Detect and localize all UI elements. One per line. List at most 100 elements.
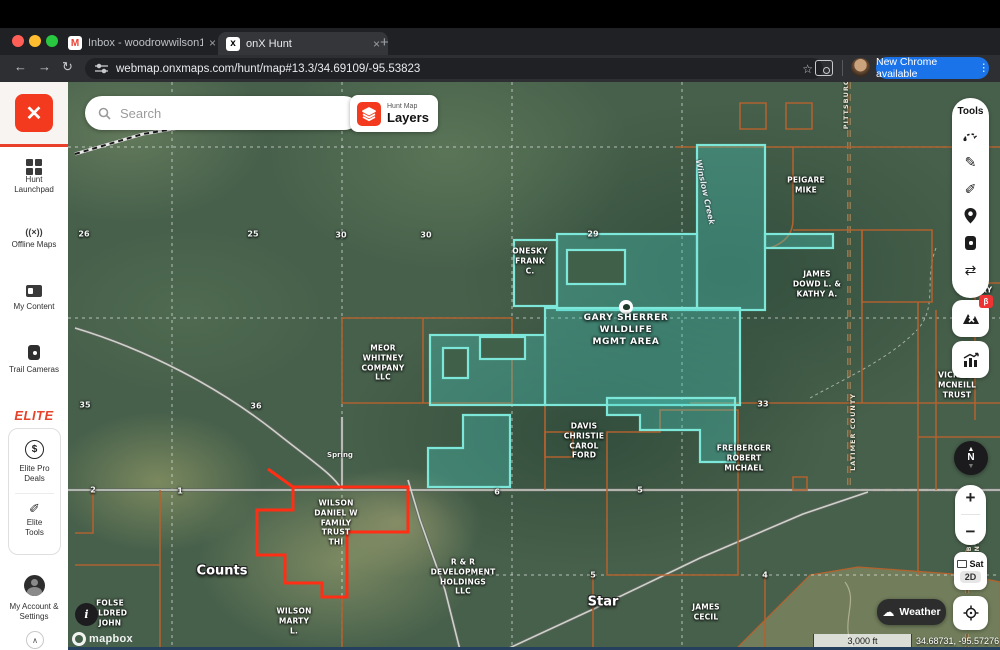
section-number: 6 bbox=[494, 488, 500, 497]
section-number: 26 bbox=[78, 230, 89, 239]
offline-map-beta-button[interactable]: β bbox=[952, 300, 989, 337]
section-number: 29 bbox=[587, 230, 598, 239]
town-label: Star bbox=[588, 595, 619, 610]
chrome-update-button[interactable]: New Chrome available ⋮ bbox=[876, 57, 989, 79]
account-avatar-icon[interactable] bbox=[24, 575, 45, 596]
toolbar-divider bbox=[842, 60, 843, 76]
weather-button[interactable]: ☁ Weather bbox=[877, 599, 946, 625]
parcel-owner-label: FREIBERGER ROBERT MICHAEL bbox=[717, 443, 771, 472]
tab-gmail-title: Inbox - woodrowwilson118@g bbox=[88, 37, 203, 49]
mode-2d-label: 2D bbox=[960, 571, 982, 583]
sidebar-item-my-content[interactable]: My Content bbox=[0, 284, 68, 312]
town-label: Counts bbox=[197, 564, 248, 579]
satellite-icon bbox=[957, 560, 967, 568]
tab-onx-hunt[interactable]: x onX Hunt × bbox=[218, 32, 388, 55]
reload-icon[interactable]: ↻ bbox=[62, 59, 73, 75]
parcel-owner-label: WILSON MARTY L. bbox=[276, 606, 311, 635]
parcel-owner-label: PEIGARE MIKE bbox=[787, 175, 825, 195]
bookmark-star-icon[interactable]: ☆ bbox=[802, 62, 813, 76]
tab-gmail[interactable]: M Inbox - woodrowwilson118@g × bbox=[62, 31, 222, 55]
window-close-button[interactable] bbox=[12, 35, 24, 47]
section-number: 25 bbox=[247, 230, 258, 239]
sidebar-item-trail-cameras[interactable]: Trail Cameras bbox=[0, 345, 68, 375]
tools-title: Tools bbox=[958, 106, 984, 117]
county-boundary-line bbox=[849, 82, 967, 650]
url-text: webmap.onxmaps.com/hunt/map#13.3/34.6910… bbox=[116, 63, 420, 75]
section-number: 5 bbox=[637, 486, 643, 495]
titlebar bbox=[0, 0, 1000, 28]
onx-logo-icon: ✕ bbox=[15, 94, 53, 132]
waypoint-marker-icon[interactable]: ✎ bbox=[962, 153, 980, 171]
zoom-control: + − bbox=[955, 485, 986, 545]
mapbox-label: mapbox bbox=[89, 633, 133, 645]
onx-favicon: x bbox=[226, 37, 240, 51]
tab-close-icon[interactable]: × bbox=[373, 37, 380, 51]
map-search-input[interactable]: Search bbox=[85, 96, 361, 130]
elite-pro-deals-item[interactable]: $ Elite Pro Deals bbox=[9, 429, 60, 485]
zoom-in-button[interactable]: + bbox=[966, 488, 976, 508]
search-placeholder: Search bbox=[120, 106, 161, 121]
elite-tools-item[interactable]: ✐ Elite Tools bbox=[15, 493, 54, 539]
profile-avatar[interactable] bbox=[851, 58, 870, 77]
sidebar-collapse-button[interactable]: ∧ bbox=[26, 631, 44, 649]
map-info-button[interactable]: i bbox=[75, 603, 98, 626]
section-number: 1 bbox=[177, 487, 183, 496]
tools-panel: Tools ✎ ✐ ⇄ bbox=[952, 98, 989, 298]
section-number: 2 bbox=[90, 486, 96, 495]
back-icon[interactable]: ← bbox=[14, 59, 27, 74]
elite-tools-icon: ✐ bbox=[29, 501, 40, 516]
mapbox-attribution[interactable]: mapbox bbox=[72, 632, 133, 646]
tab-onx-title: onX Hunt bbox=[246, 38, 292, 50]
layers-button[interactable]: Hunt Map Layers bbox=[350, 95, 438, 132]
search-icon bbox=[98, 107, 111, 120]
south-arrow-icon: ▼ bbox=[968, 463, 975, 470]
section-number: 36 bbox=[250, 402, 261, 411]
parcel-owner-label: DAVIS CHRISTIE CAROL FORD bbox=[564, 422, 604, 461]
layers-icon bbox=[357, 102, 381, 126]
window-minimize-button[interactable] bbox=[29, 35, 41, 47]
zoom-out-button[interactable]: − bbox=[966, 522, 976, 542]
section-number: 5 bbox=[590, 571, 596, 580]
onx-logo-block[interactable]: ✕ bbox=[0, 82, 68, 147]
tab-search-icon[interactable] bbox=[815, 60, 833, 76]
section-number: 30 bbox=[335, 231, 346, 240]
weather-label: Weather bbox=[899, 606, 940, 618]
location-pin-icon[interactable] bbox=[962, 207, 980, 225]
cursor-coordinates: 34.68731, -95.57276 bbox=[916, 636, 999, 646]
parcel-owner-label: JAMES DOWD L. & KATHY A. bbox=[793, 269, 841, 298]
sidebar-item-offline-maps[interactable]: ((×)) Offline Maps bbox=[0, 222, 68, 250]
county-label: PITTSBURG bbox=[842, 82, 850, 129]
folder-icon bbox=[26, 285, 42, 297]
elite-heading: ELITE bbox=[0, 408, 68, 423]
tab-close-icon[interactable]: × bbox=[209, 36, 216, 50]
trail-camera-tool-icon[interactable] bbox=[962, 234, 980, 252]
dollar-icon: $ bbox=[25, 440, 44, 459]
mapbox-logo-icon bbox=[72, 632, 86, 646]
compare-layers-icon[interactable]: ⇄ bbox=[962, 261, 980, 279]
window-zoom-button[interactable] bbox=[46, 35, 58, 47]
new-tab-button[interactable]: + bbox=[380, 34, 389, 51]
kebab-menu-icon[interactable]: ⋮ bbox=[979, 62, 990, 74]
parcel-owner-label: WILSON DANIEL W FAMILY TRUST THI bbox=[314, 499, 357, 548]
draw-line-icon[interactable]: ✐ bbox=[962, 180, 980, 198]
insights-chart-button[interactable] bbox=[952, 341, 989, 378]
elite-card: $ Elite Pro Deals ✐ Elite Tools bbox=[8, 428, 61, 555]
sidebar-item-hunt-launchpad[interactable]: Hunt Launchpad bbox=[0, 153, 68, 196]
compass-button[interactable]: ▲ N ▼ bbox=[954, 441, 988, 475]
chrome-update-label: New Chrome available bbox=[876, 56, 974, 80]
locate-me-button[interactable] bbox=[953, 596, 988, 630]
basemap-toggle-button[interactable]: Sat 2D bbox=[954, 552, 987, 590]
offline-maps-icon: ((×)) bbox=[25, 227, 42, 237]
address-bar[interactable]: webmap.onxmaps.com/hunt/map#13.3/34.6910… bbox=[85, 58, 823, 79]
map-canvas[interactable]: PEIGARE MIKE ONESKY FRANK C. JAMES DOWD … bbox=[68, 82, 1000, 650]
trail-camera-icon bbox=[28, 345, 40, 360]
account-settings-label[interactable]: My Account & Settings bbox=[0, 602, 68, 623]
crosshair-icon bbox=[963, 605, 979, 621]
forward-icon[interactable]: → bbox=[38, 59, 51, 74]
gmail-favicon: M bbox=[68, 36, 82, 50]
parcel-owner-label: R & R DEVELOPMENT HOLDINGS LLC bbox=[431, 558, 496, 597]
section-number: 33 bbox=[757, 400, 768, 409]
track-route-icon[interactable] bbox=[962, 126, 980, 144]
layers-kicker: Hunt Map bbox=[387, 103, 429, 110]
parcel-owner-label: JAMES CECIL bbox=[692, 602, 720, 622]
